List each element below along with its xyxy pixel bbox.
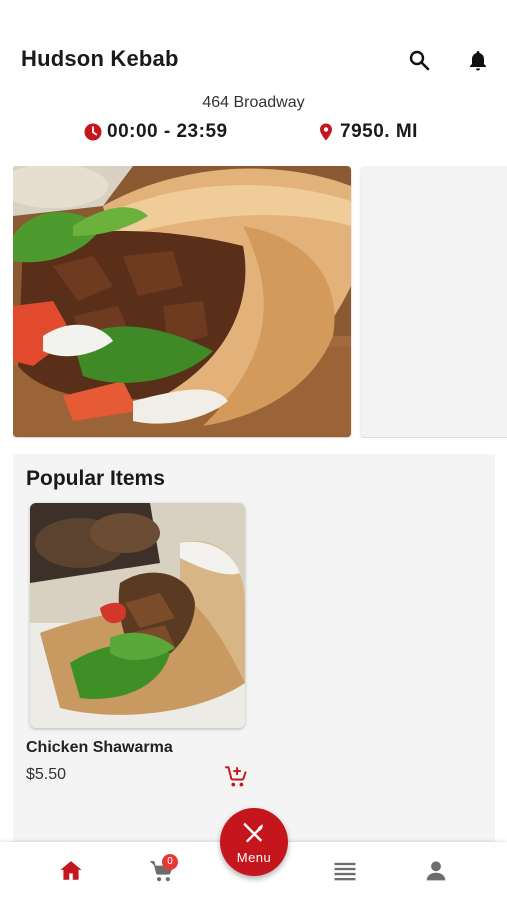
menu-fab-button[interactable]: Menu (220, 808, 288, 876)
kebab-wrap-image (13, 166, 351, 437)
popular-items-section: Popular Items Chicken Shawarma $5.50 (13, 454, 495, 854)
search-icon[interactable] (407, 48, 431, 72)
location-pin-icon (320, 123, 332, 141)
bell-icon[interactable] (466, 48, 490, 72)
distance-text: 7950. MI (340, 121, 418, 142)
opening-hours: 00:00 - 23:59 (83, 121, 228, 143)
profile-icon[interactable] (422, 857, 450, 885)
fork-knife-icon (243, 822, 263, 843)
hours-text: 00:00 - 23:59 (107, 121, 228, 142)
add-to-cart-icon[interactable] (223, 764, 249, 790)
clock-icon (84, 123, 102, 141)
store-address: 464 Broadway (202, 94, 305, 111)
menu-label: Menu (236, 850, 272, 865)
app-header: Hudson Kebab (0, 38, 507, 82)
item-name: Chicken Shawarma (26, 739, 173, 756)
restaurant-title: Hudson Kebab (21, 46, 179, 71)
store-info-row: 00:00 - 23:59 7950. MI (0, 121, 507, 149)
cart-icon[interactable]: 0 (148, 854, 178, 885)
promo-carousel[interactable] (13, 166, 507, 438)
promo-slide-placeholder[interactable] (361, 166, 507, 437)
list-icon[interactable] (331, 857, 359, 885)
store-distance: 7950. MI (316, 121, 418, 143)
section-title: Popular Items (26, 467, 165, 490)
promo-slide-kebab-wrap[interactable] (13, 166, 351, 437)
cart-count-badge: 0 (162, 854, 178, 870)
item-price: $5.50 (26, 766, 67, 783)
chicken-shawarma-image (30, 503, 245, 728)
home-icon[interactable] (57, 857, 85, 885)
item-card-image[interactable] (30, 503, 245, 728)
